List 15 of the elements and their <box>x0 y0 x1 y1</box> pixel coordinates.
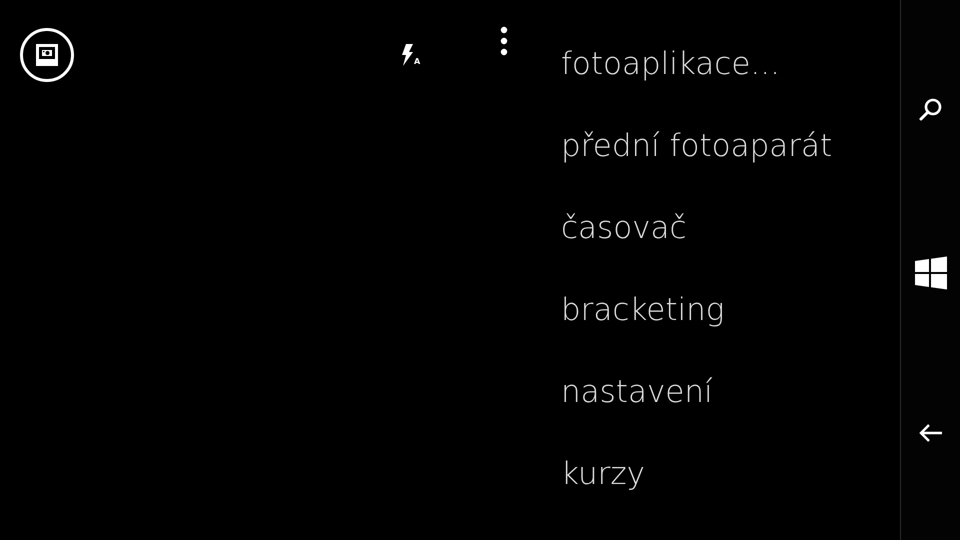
more-icon <box>500 26 508 56</box>
menu-item[interactable]: nastavení <box>561 367 713 417</box>
menu-item[interactable]: kurzy <box>561 449 646 499</box>
menu-item[interactable]: časovač <box>561 203 687 253</box>
windows-logo-icon <box>914 256 948 290</box>
menu-item[interactable]: bracketing <box>561 285 724 335</box>
photo-icon <box>35 43 59 67</box>
menu-item[interactable]: fotoaplikace... <box>561 39 780 89</box>
lightning-icon <box>402 44 414 66</box>
menu-item[interactable]: přední fotoaparát <box>561 121 832 171</box>
flash-button[interactable]: A <box>402 44 420 66</box>
back-arrow-icon <box>918 423 944 444</box>
more-options-button[interactable] <box>500 26 508 56</box>
camera-mode-button[interactable] <box>20 28 74 82</box>
search-icon <box>918 96 944 123</box>
